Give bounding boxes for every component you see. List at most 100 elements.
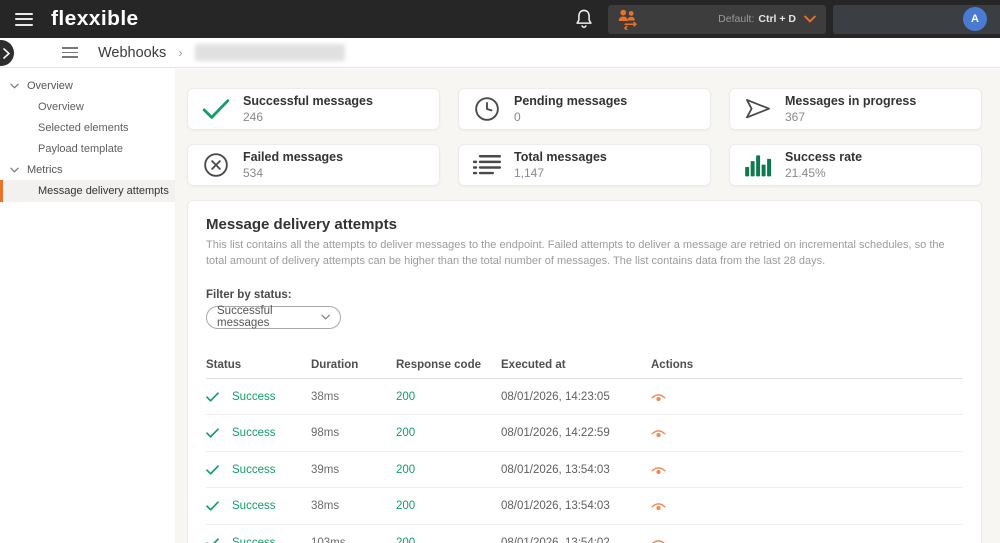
check-icon (206, 392, 219, 402)
response-code-cell: 200 (396, 391, 501, 403)
actions-cell (651, 499, 963, 513)
stat-value: 0 (514, 110, 627, 124)
switch-user-icon (618, 9, 639, 30)
view-details-eye-icon[interactable] (651, 499, 669, 513)
stat-title: Pending messages (514, 94, 627, 108)
main-content: Successful messages 246 Pending messages… (175, 69, 1000, 543)
view-details-eye-icon[interactable] (651, 536, 669, 543)
list-icon (473, 153, 501, 177)
sidebar-group-label: Metrics (27, 164, 62, 176)
breadcrumb-separator: › (178, 45, 182, 60)
sidebar-expand-toggle[interactable] (0, 40, 14, 66)
view-details-eye-icon[interactable] (651, 426, 669, 440)
check-icon (206, 538, 219, 543)
stat-value: 534 (243, 166, 343, 180)
sidebar-item-message-delivery-attempts[interactable]: Message delivery attempts (0, 180, 175, 202)
duration-cell: 98ms (311, 427, 396, 439)
topbar: flexxible Default: Ctrl + D A (0, 0, 1000, 38)
executed-at-cell: 08/01/2026, 13:54:03 (501, 500, 651, 512)
menu-icon[interactable] (15, 9, 33, 29)
table-row: Success 103ms 200 08/01/2026, 13:54:02 (206, 525, 963, 543)
stat-title: Failed messages (243, 150, 343, 164)
check-icon (202, 97, 230, 121)
check-icon (206, 465, 219, 475)
duration-cell: 39ms (311, 464, 396, 476)
table-body: Success 38ms 200 08/01/2026, 14:23:05 Su… (206, 379, 963, 543)
duration-cell: 103ms (311, 537, 396, 543)
actions-cell (651, 390, 963, 404)
clock-icon (473, 97, 501, 121)
sidebar-item-overview[interactable]: Overview (0, 96, 175, 117)
sidebar-item-label: Overview (38, 101, 84, 113)
duration-cell: 38ms (311, 391, 396, 403)
sidebar-item-payload-template[interactable]: Payload template (0, 138, 175, 159)
stat-card-pending: Pending messages 0 (458, 88, 711, 130)
avatar[interactable]: A (963, 7, 987, 31)
actions-cell (651, 426, 963, 440)
stat-card-failed: Failed messages 534 (187, 144, 440, 186)
chevron-down-icon (10, 167, 19, 173)
response-code-cell: 200 (396, 464, 501, 476)
sidebar-item-selected-elements[interactable]: Selected elements (0, 117, 175, 138)
status-filter-dropdown[interactable]: Successful messages (206, 306, 341, 329)
bar-chart-icon (744, 153, 772, 177)
organization-switcher-button[interactable]: Default: Ctrl + D (608, 5, 826, 34)
column-actions: Actions (651, 359, 963, 371)
executed-at-cell: 08/01/2026, 14:22:59 (501, 427, 651, 439)
attempts-table: Status Duration Response code Executed a… (206, 352, 963, 543)
sidebar-group-label: Overview (27, 80, 73, 92)
status-label: Success (232, 464, 275, 476)
table-row: Success 38ms 200 08/01/2026, 14:23:05 (206, 379, 963, 416)
stat-title: Total messages (514, 150, 607, 164)
stat-value: 246 (243, 110, 373, 124)
column-executed-at: Executed at (501, 359, 651, 371)
delivery-attempts-panel: Message delivery attempts This list cont… (187, 200, 982, 543)
breadcrumb-root-link[interactable]: Webhooks (98, 45, 166, 61)
sidebar-group-overview[interactable]: Overview (0, 75, 175, 96)
actions-cell (651, 463, 963, 477)
sidebar-group-metrics[interactable]: Metrics (0, 159, 175, 180)
status-label: Success (232, 391, 275, 403)
view-details-eye-icon[interactable] (651, 390, 669, 404)
breadcrumb: Webhooks › (0, 38, 1000, 68)
stat-value: 1,147 (514, 166, 607, 180)
page-title: Message delivery attempts (206, 216, 963, 233)
circle-x-icon (202, 153, 230, 177)
sidebar-item-label: Selected elements (38, 122, 129, 134)
duration-cell: 38ms (311, 500, 396, 512)
table-row: Success 38ms 200 08/01/2026, 13:54:03 (206, 488, 963, 525)
default-label: Default: (718, 13, 754, 25)
table-row: Success 39ms 200 08/01/2026, 13:54:03 (206, 452, 963, 489)
breadcrumb-menu-icon[interactable] (62, 44, 78, 61)
status-label: Success (232, 500, 275, 512)
status-cell: Success (206, 391, 311, 403)
status-filter-value: Successful messages (217, 305, 321, 329)
chevron-down-icon (321, 314, 330, 320)
sidebar: Overview Overview Selected elements Payl… (0, 69, 175, 543)
stat-title: Messages in progress (785, 94, 916, 108)
breadcrumb-redacted-item (195, 44, 345, 61)
status-cell: Success (206, 537, 311, 543)
column-response-code: Response code (396, 359, 501, 371)
stat-title: Success rate (785, 150, 862, 164)
status-cell: Success (206, 427, 311, 439)
default-shortcut: Ctrl + D (758, 13, 796, 25)
account-button[interactable]: A (833, 5, 1000, 34)
response-code-cell: 200 (396, 500, 501, 512)
stat-card-in-progress: Messages in progress 367 (729, 88, 982, 130)
response-code-cell: 200 (396, 537, 501, 543)
response-code-cell: 200 (396, 427, 501, 439)
sidebar-item-label: Payload template (38, 143, 123, 155)
sidebar-item-label: Message delivery attempts (38, 185, 169, 197)
stat-cards: Successful messages 246 Pending messages… (187, 88, 982, 186)
chevron-down-icon (804, 15, 816, 23)
stat-title: Successful messages (243, 94, 373, 108)
stat-card-total: Total messages 1,147 (458, 144, 711, 186)
check-icon (206, 501, 219, 511)
view-details-eye-icon[interactable] (651, 463, 669, 477)
stat-value: 21.45% (785, 166, 862, 180)
app-logo: flexxible (51, 7, 139, 30)
notifications-bell-icon[interactable] (574, 9, 594, 29)
status-label: Success (232, 537, 275, 543)
send-icon (744, 97, 772, 121)
